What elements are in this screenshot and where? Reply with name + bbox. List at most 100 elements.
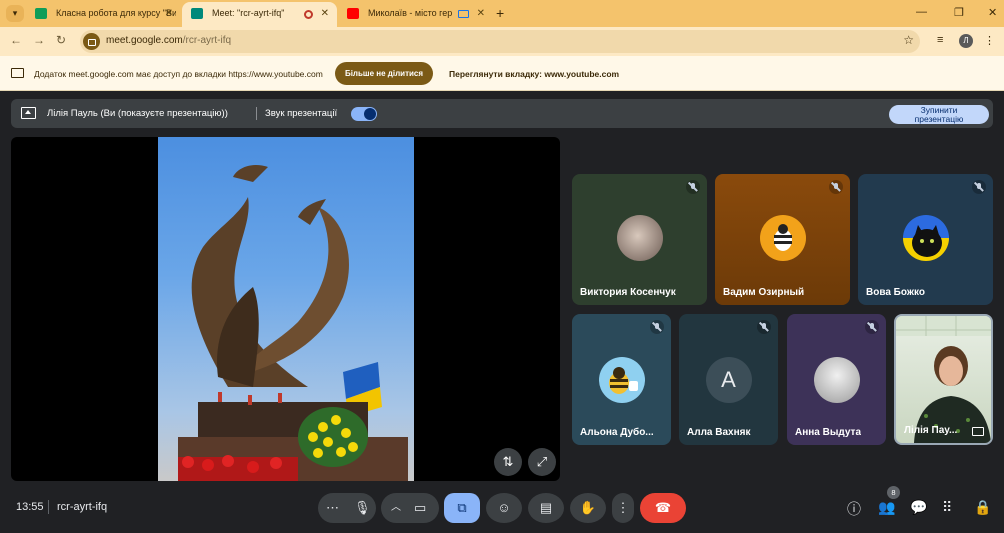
monument-image [178, 165, 408, 481]
stop-presenting-label-2: презентацію [914, 114, 964, 124]
meeting-code: rcr-ayrt-ifq [57, 501, 108, 513]
new-tab-button[interactable]: + [496, 5, 504, 21]
avatar [902, 215, 949, 261]
microphone-control[interactable]: ⋯ 🎙 [318, 493, 376, 523]
close-icon[interactable]: ✕ [165, 2, 173, 25]
host-controls-icon[interactable]: 🔒 [974, 499, 991, 516]
back-icon[interactable]: ← [10, 33, 22, 47]
divider [48, 500, 49, 514]
media-controls-icon[interactable]: ≡ [937, 34, 943, 46]
presenting-label: Лілія Пауль (Ви (показуєте презентацію)) [47, 108, 228, 119]
tab-classroom[interactable]: Класна робота для курсу "Ви ✕ [26, 2, 181, 27]
picture-in-picture-icon[interactable] [972, 427, 984, 436]
presenting-bar: Лілія Пауль (Ви (показуєте презентацію))… [11, 99, 993, 128]
present-now-button[interactable]: ⧉ [444, 493, 480, 523]
self-video [896, 316, 991, 443]
participant-tile[interactable]: Анна Выдута [787, 314, 886, 445]
swap-icon: ⇅ [502, 454, 514, 469]
chevron-down-icon: ▾ [12, 8, 18, 18]
chevron-up-icon[interactable]: ︿ [391, 493, 401, 523]
mic-off-icon [865, 320, 879, 334]
browser-tab-strip: ▾ Класна робота для курсу "Ви ✕ Meet: "r… [0, 0, 1004, 27]
meet-icon [191, 8, 203, 19]
bee-mug-icon [608, 367, 638, 394]
classroom-icon [35, 8, 47, 19]
swap-layout-button[interactable]: ⇅ [494, 448, 522, 476]
vertical-dots-icon: ⋮ [616, 500, 630, 515]
screen-share-icon [11, 68, 24, 78]
view-tab-link[interactable]: Переглянути вкладку: www.youtube.com [449, 69, 619, 79]
close-icon[interactable]: ✕ [321, 2, 329, 25]
leave-call-button[interactable]: ☎ [640, 493, 686, 523]
mic-off-icon [972, 180, 986, 194]
tab-sharing-infobar: Додаток meet.google.com має доступ до вк… [0, 56, 1004, 91]
bee-icon [773, 224, 792, 251]
avatar-initial: A [705, 357, 752, 403]
avatar [616, 215, 663, 261]
expand-icon: ⤢ [536, 454, 548, 469]
browser-toolbar: ← → ↻ meet.google.com/rcr-ayrt-ifq ☆ ≡ ⋮ [0, 27, 1004, 56]
present-screen-icon [21, 107, 36, 119]
current-time: 13:55 [16, 501, 44, 513]
bookmark-star-icon[interactable]: ☆ [903, 33, 914, 47]
reactions-button[interactable]: ☺ [486, 493, 522, 523]
close-window-icon[interactable]: ✕ [988, 6, 997, 19]
participant-tile[interactable]: Вадим Озирный [715, 174, 850, 305]
activities-icon[interactable]: ⠿ [942, 499, 952, 516]
tab-title: Meet: "rcr-ayrt-ifq" [212, 8, 285, 18]
captions-icon: ▤ [539, 500, 553, 515]
address-bar[interactable]: meet.google.com/rcr-ayrt-ifq ☆ [80, 30, 920, 53]
presented-tab-content [158, 137, 414, 481]
menu-icon[interactable]: ⋮ [984, 34, 995, 47]
sharing-message: Додаток meet.google.com має доступ до вк… [34, 69, 323, 79]
stop-presenting-button[interactable]: Зупинити презентацію [889, 105, 989, 124]
tab-title: Миколаїв - місто героїв!!! [368, 8, 452, 18]
hang-up-icon: ☎ [654, 500, 672, 515]
close-icon[interactable]: ✕ [477, 2, 485, 25]
camera-icon[interactable]: ▭ [414, 493, 426, 523]
mic-off-icon [757, 320, 771, 334]
participant-name: Алла Вахняк [687, 427, 751, 438]
restore-icon[interactable]: ❐ [954, 6, 964, 19]
tab-shared-icon [458, 10, 469, 18]
participant-name: Вадим Озирный [723, 287, 805, 298]
forward-icon[interactable]: → [33, 33, 45, 47]
presentation-sound-label: Звук презентації [265, 108, 338, 119]
url-host: meet.google.com [106, 35, 183, 46]
raise-hand-button[interactable]: ✋ [570, 493, 606, 523]
minimize-icon[interactable]: — [916, 6, 927, 18]
participant-name: Виктория Косенчук [580, 287, 676, 298]
tab-search-button[interactable]: ▾ [6, 5, 24, 22]
site-info-icon[interactable] [83, 33, 100, 50]
fullscreen-button[interactable]: ⤢ [528, 448, 556, 476]
chat-icon[interactable]: 💬 [910, 499, 927, 516]
self-view-tile[interactable]: Лілія Пау... [894, 314, 993, 445]
captions-button[interactable]: ▤ [528, 493, 564, 523]
participant-count-badge: 8 [887, 486, 900, 499]
url-text: meet.google.com/rcr-ayrt-ifq [106, 35, 231, 46]
microphone-icon[interactable]: 🎙 [354, 493, 371, 523]
camera-control[interactable]: ︿ ▭ [381, 493, 439, 523]
participant-tile[interactable]: Виктория Косенчук [572, 174, 707, 305]
participant-tile[interactable]: Альона Дубо... [572, 314, 671, 445]
present-screen-icon: ⧉ [457, 500, 467, 515]
profile-avatar[interactable]: Л [959, 34, 973, 48]
presentation-sound-toggle[interactable] [351, 107, 377, 121]
more-actions-button[interactable]: ⋮ [612, 493, 634, 523]
meeting-info-icon[interactable]: ⓘ [847, 499, 861, 519]
participant-tile[interactable]: Вова Божко [858, 174, 993, 305]
hand-icon: ✋ [579, 500, 597, 515]
participant-name: Вова Божко [866, 287, 925, 298]
people-icon[interactable]: 👥 [878, 499, 895, 516]
tab-youtube[interactable]: Миколаїв - місто героїв!!! ✕ [338, 2, 493, 27]
participant-tile[interactable]: A Алла Вахняк [679, 314, 778, 445]
divider [256, 107, 257, 120]
recording-icon [304, 10, 313, 19]
mic-off-icon [686, 180, 700, 194]
reload-icon[interactable]: ↻ [56, 33, 66, 47]
meeting-controls-bar: 13:55 rcr-ayrt-ifq ⋯ 🎙 ︿ ▭ ⧉ ☺ ▤ ✋ ⋮ ☎ ⓘ… [0, 486, 1004, 533]
stop-sharing-button[interactable]: Більше не ділитися [335, 62, 433, 85]
avatar [813, 357, 860, 403]
more-options-icon[interactable]: ⋯ [326, 493, 339, 523]
tab-meet[interactable]: Meet: "rcr-ayrt-ifq" ✕ [182, 2, 337, 27]
